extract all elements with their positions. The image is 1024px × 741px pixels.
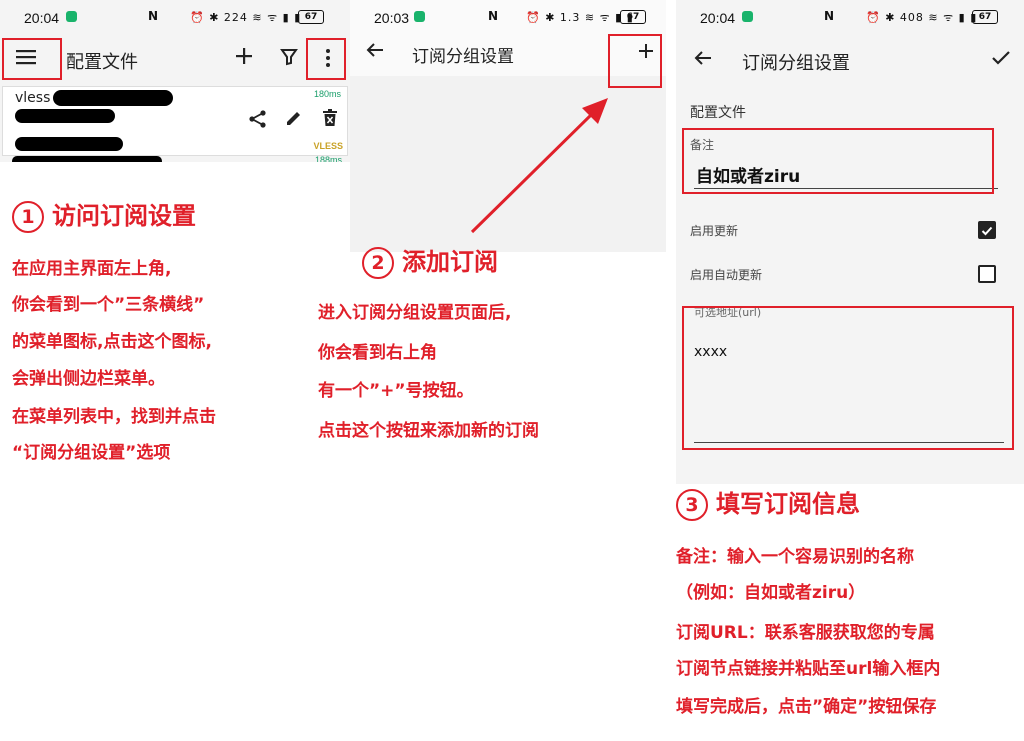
step3-number: 3 (676, 489, 708, 521)
checkmark-icon (981, 226, 993, 236)
redaction-bar (15, 109, 115, 123)
page-title: 配置文件 (66, 52, 138, 73)
step2-line: 有一个”+”号按钮。 (318, 381, 474, 401)
protocol-type: VLESS (313, 141, 343, 151)
battery-icon: 67 (298, 10, 324, 24)
status-icons: ⏰ ✱ 1.3 ≋ ᯤ ▮ ▮ (526, 11, 634, 24)
status-bar: 20:04 N ⏰ ✱ 224 ≋ ᯤ ▮ ▮ 67 (0, 0, 350, 36)
step1-line: 会弹出侧边栏菜单。 (12, 369, 165, 389)
nfc-icon: N (488, 9, 499, 23)
check-icon[interactable] (990, 50, 1012, 72)
server-protocol-prefix: vless (15, 90, 51, 106)
step1-number: 1 (12, 201, 44, 233)
step3-line: （例如：自如或者ziru） (676, 583, 866, 603)
step1-line: 在菜单列表中，找到并点击 (12, 407, 216, 427)
latency-top: 180ms (313, 89, 341, 99)
step1-line: 的菜单图标,点击这个图标, (12, 332, 212, 352)
highlight-menu-button (2, 38, 62, 80)
step3-line: 订阅URL：联系客服获取您的专属 (676, 623, 935, 643)
filter-icon[interactable] (278, 48, 300, 70)
notification-badge-icon (742, 11, 753, 22)
share-icon[interactable] (247, 109, 269, 131)
step1-title-text: 访问订阅设置 (52, 202, 196, 230)
enable-auto-update-checkbox[interactable] (978, 265, 996, 283)
add-icon[interactable] (232, 46, 256, 70)
step2-line: 你会看到右上角 (318, 343, 437, 363)
back-arrow-icon[interactable] (364, 42, 386, 64)
notification-badge-icon (66, 11, 77, 22)
battery-icon: 67 (972, 10, 998, 24)
step2-title: 2 添加订阅 (362, 242, 498, 279)
step1-line: “订阅分组设置”选项 (12, 443, 171, 463)
page-title: 订阅分组设置 (742, 53, 850, 74)
redaction-bar (53, 90, 173, 106)
status-time: 20:04 (24, 10, 60, 26)
nfc-icon: N (824, 9, 835, 23)
status-time: 20:03 (374, 10, 410, 26)
step3-line: 备注：输入一个容易识别的名称 (676, 547, 914, 567)
highlight-remark-field (682, 128, 994, 194)
page-title: 订阅分组设置 (412, 47, 514, 67)
delete-icon[interactable] (320, 109, 340, 131)
highlight-url-field (682, 306, 1014, 450)
step3-title-text: 填写订阅信息 (716, 490, 860, 518)
latency-bottom: 188ms (314, 155, 342, 162)
redaction-bar (12, 156, 162, 162)
status-bar: 20:04 N ⏰ ✱ 408 ≋ ᯤ ▮ ▮ 67 (676, 0, 1024, 36)
pointer-arrow (470, 98, 608, 234)
step2-title-text: 添加订阅 (402, 248, 498, 276)
status-time: 20:04 (700, 10, 736, 26)
step1-title: 1 访问订阅设置 (12, 196, 196, 233)
step3-title: 3 填写订阅信息 (676, 484, 860, 521)
back-arrow-icon[interactable] (692, 50, 714, 72)
server-card[interactable]: vless 180ms VLESS (2, 86, 348, 156)
step1-line: 在应用主界面左上角, (12, 259, 172, 279)
edit-icon[interactable] (283, 109, 305, 131)
redaction-bar (15, 137, 123, 151)
screenshot-profiles: 20:04 N ⏰ ✱ 224 ≋ ᯤ ▮ ▮ 67 配置文件 vless 18… (0, 0, 350, 162)
battery-icon: 67 (620, 10, 646, 24)
enable-update-label: 启用更新 (690, 224, 739, 238)
step3-line: 填写完成后，点击”确定”按钮保存 (676, 697, 937, 717)
status-icons: ⏰ ✱ 408 ≋ ᯤ ▮ ▮ (866, 11, 978, 24)
step2-number: 2 (362, 247, 394, 279)
app-bar: 订阅分组设置 (676, 36, 1024, 84)
step1-line: 你会看到一个”三条横线” (12, 295, 205, 315)
highlight-more-button (306, 38, 346, 80)
step2-line: 点击这个按钮来添加新的订阅 (318, 421, 539, 441)
nfc-icon: N (148, 9, 159, 23)
step2-line: 进入订阅分组设置页面后, (318, 303, 512, 323)
enable-update-checkbox[interactable] (978, 221, 996, 239)
notification-badge-icon (414, 11, 425, 22)
enable-auto-update-label: 启用自动更新 (690, 268, 763, 282)
highlight-add-button (608, 34, 662, 88)
step3-line: 订阅节点链接并粘贴至url输入框内 (676, 659, 941, 679)
screenshot-subscription-edit: 20:04 N ⏰ ✱ 408 ≋ ᯤ ▮ ▮ 67 订阅分组设置 配置文件 备… (676, 0, 1024, 484)
section-label: 配置文件 (690, 105, 746, 121)
status-icons: ⏰ ✱ 224 ≋ ᯤ ▮ ▮ (190, 11, 302, 24)
